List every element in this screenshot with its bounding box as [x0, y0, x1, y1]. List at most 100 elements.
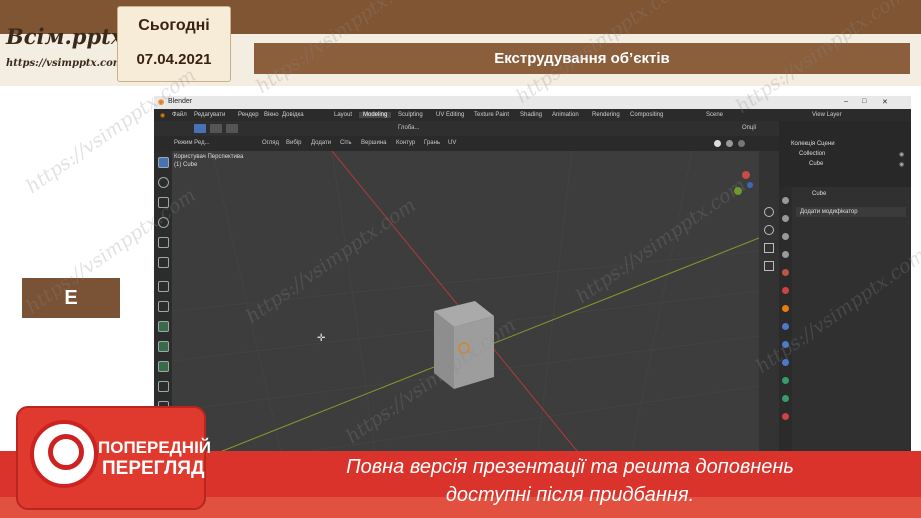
- overlay-options[interactable]: Опції: [742, 125, 756, 131]
- props-object-name[interactable]: Cube: [812, 191, 826, 197]
- inset-tool-icon[interactable]: [158, 341, 169, 352]
- world-props-icon[interactable]: [782, 287, 789, 294]
- minimize-icon[interactable]: –: [844, 98, 848, 105]
- viewport-nav-buttons: [759, 151, 779, 500]
- default-cube[interactable]: [434, 301, 494, 389]
- tab-uv-editing[interactable]: UV Editing: [432, 112, 468, 118]
- visibility-eye-icon[interactable]: ◉: [899, 161, 904, 168]
- material-shading-icon[interactable]: [726, 140, 733, 147]
- select-box-icon[interactable]: [194, 124, 206, 133]
- move-tool-icon[interactable]: [158, 197, 169, 208]
- slide-title: Екструдування об’єктів: [254, 43, 910, 74]
- transform-tool-icon[interactable]: [158, 257, 169, 268]
- outliner-cube[interactable]: Cube: [809, 161, 823, 167]
- add-modifier-button[interactable]: Додати модифікатор: [800, 209, 858, 215]
- particles-props-icon[interactable]: [782, 341, 789, 348]
- date-box: Сьогодні 07.04.2021: [117, 6, 231, 82]
- rotate-tool-icon[interactable]: [158, 217, 169, 228]
- data-props-icon[interactable]: [782, 395, 789, 402]
- viewport-tool-header: Глоба... Опції: [154, 121, 779, 136]
- header-uv[interactable]: UV: [448, 140, 456, 146]
- scale-tool-icon[interactable]: [158, 237, 169, 248]
- ortho-grid-icon[interactable]: [764, 261, 774, 271]
- maximize-icon[interactable]: □: [862, 98, 866, 105]
- output-props-icon[interactable]: [782, 233, 789, 240]
- preview-badge-line1: ПОПЕРЕДНІЙ: [98, 438, 212, 457]
- bevel-tool-icon[interactable]: [158, 361, 169, 372]
- object-props-icon[interactable]: [782, 305, 789, 312]
- extrude-tool-icon[interactable]: [158, 321, 169, 332]
- solid-shading-icon[interactable]: [714, 140, 721, 147]
- menu-help[interactable]: Довідка: [282, 112, 304, 118]
- viewport-scene: ✛: [172, 151, 759, 500]
- viewport-info-line1: Користувач Перспектива: [174, 154, 244, 160]
- menu-window[interactable]: Вікно: [264, 112, 279, 118]
- header-edge[interactable]: Контур: [396, 140, 415, 146]
- preview-badge: ПОПЕРЕДНІЙ ПЕРЕГЛЯД: [16, 406, 211, 510]
- 3d-viewport[interactable]: ✛ Користувач Перспектива (1) Cube: [172, 151, 759, 500]
- magnifier-icon: [30, 420, 98, 488]
- tab-sculpting[interactable]: Sculpting: [394, 112, 427, 118]
- site-logo[interactable]: Всім.pptx: [6, 24, 123, 49]
- pan-hand-icon[interactable]: [764, 225, 774, 235]
- gizmo-x-icon[interactable]: [742, 171, 750, 179]
- menu-render[interactable]: Рендер: [238, 112, 259, 118]
- gizmo-z-icon[interactable]: [747, 182, 753, 188]
- outliner-scene-collection[interactable]: Колекція Сцени: [791, 141, 835, 147]
- scene-props-icon[interactable]: [782, 269, 789, 276]
- tab-layout[interactable]: Layout: [330, 112, 356, 118]
- gizmo-y-icon[interactable]: [734, 187, 742, 195]
- cursor-tool-icon[interactable]: [158, 177, 169, 188]
- material-props-icon[interactable]: [782, 413, 789, 420]
- tab-shading[interactable]: Shading: [516, 112, 546, 118]
- viewport-info-line2: (1) Cube: [174, 162, 198, 168]
- header-mesh[interactable]: Сіть: [340, 140, 352, 146]
- tab-compositing[interactable]: Compositing: [626, 112, 667, 118]
- rendered-shading-icon[interactable]: [738, 140, 745, 147]
- outliner-panel: Колекція Сцени Collection Cube ◉ ◉: [779, 121, 911, 187]
- header-face[interactable]: Грань: [424, 140, 440, 146]
- blender-logo-icon: ◉: [158, 99, 165, 106]
- modifier-props-icon[interactable]: [782, 323, 789, 330]
- blender-titlebar: ◉ Blender – □ ✕: [154, 96, 911, 109]
- transform-orientation-select[interactable]: Глоба...: [398, 125, 419, 131]
- date-value: 07.04.2021: [136, 51, 212, 68]
- tab-modeling[interactable]: Modeling: [359, 112, 392, 118]
- preview-message-line2: доступні після придбання.: [445, 484, 695, 506]
- render-props-icon[interactable]: [782, 215, 789, 222]
- constraints-props-icon[interactable]: [782, 377, 789, 384]
- header-select[interactable]: Вибір: [286, 140, 301, 146]
- measure-tool-icon[interactable]: [158, 301, 169, 312]
- tab-texture-paint[interactable]: Texture Paint: [470, 112, 513, 118]
- site-logo-url: https://vsimpptx.com: [6, 58, 124, 69]
- close-icon[interactable]: ✕: [882, 98, 888, 106]
- header-view[interactable]: Огляд: [262, 140, 279, 146]
- camera-view-icon[interactable]: [764, 243, 774, 253]
- outliner-collection[interactable]: Collection: [799, 151, 825, 157]
- physics-props-icon[interactable]: [782, 359, 789, 366]
- menu-file[interactable]: Файл: [172, 112, 187, 118]
- 3d-cursor-icon: ✛: [317, 333, 326, 344]
- loop-cut-tool-icon[interactable]: [158, 381, 169, 392]
- select-extend-icon[interactable]: [210, 124, 222, 133]
- tool-props-icon[interactable]: [782, 197, 789, 204]
- menu-edit[interactable]: Редагувати: [194, 112, 225, 118]
- select-subtract-icon[interactable]: [226, 124, 238, 133]
- date-label: Сьогодні: [138, 17, 210, 34]
- header-vertex[interactable]: Вершина: [361, 140, 387, 146]
- viewport-menu-header: Режим Ред... Огляд Вибір Додати Сіть Вер…: [154, 136, 779, 151]
- mode-select[interactable]: Режим Ред...: [174, 140, 210, 146]
- view-layer-props-icon[interactable]: [782, 251, 789, 258]
- view-layer-label[interactable]: View Layer: [812, 112, 842, 118]
- annotate-tool-icon[interactable]: [158, 281, 169, 292]
- zoom-icon[interactable]: [764, 207, 774, 217]
- letter-box: E: [22, 278, 120, 318]
- tab-animation[interactable]: Animation: [548, 112, 583, 118]
- blender-menu-icon[interactable]: ◉: [160, 112, 165, 119]
- visibility-eye-icon[interactable]: ◉: [899, 151, 904, 158]
- select-tool-icon[interactable]: [158, 157, 169, 168]
- scene-label[interactable]: Scene: [706, 112, 723, 118]
- tab-rendering[interactable]: Rendering: [588, 112, 624, 118]
- header-add[interactable]: Додати: [311, 140, 331, 146]
- preview-badge-line2: ПЕРЕГЛЯД: [102, 458, 205, 479]
